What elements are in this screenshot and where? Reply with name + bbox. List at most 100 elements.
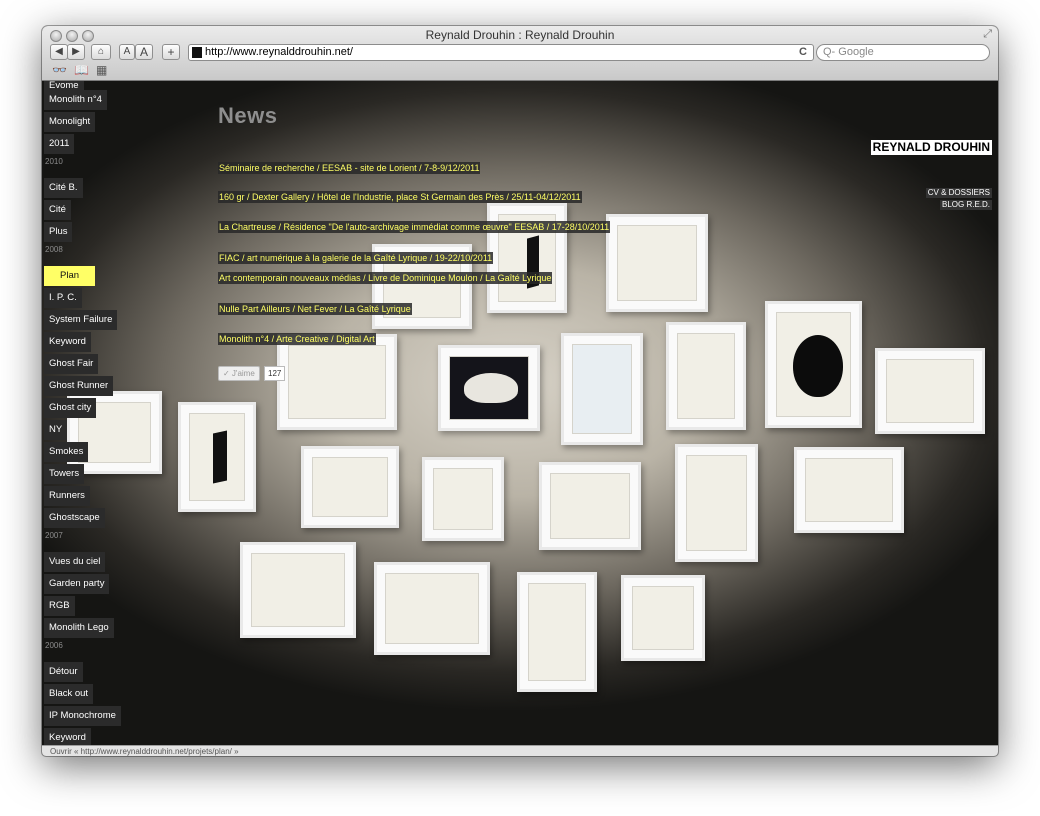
fullscreen-icon[interactable]: ⤢ [983,28,992,41]
artwork-frame [277,334,397,430]
turtle-shell-shape [464,373,518,403]
address-bar[interactable]: http://www.reynalddrouhin.net/ C [188,44,814,61]
blog-link[interactable]: BLOG R.E.D. [939,200,992,210]
search-field[interactable]: Q- Google [816,44,990,61]
sidebar-row: Smokes [42,441,89,463]
sidebar-row: NY [42,419,68,441]
cv-dossiers-link[interactable]: CV & DOSSIERS [925,188,992,198]
sidebar-row: Plus [42,221,73,243]
sidebar-item[interactable]: I. P. C. [44,288,82,308]
artwork-frame [675,444,758,562]
sidebar-row: Ghostscape [42,507,105,529]
sidebar-item[interactable]: Towers [44,464,85,484]
add-bookmark-button[interactable]: + [162,44,180,60]
news-item[interactable]: Art contemporain nouveaux médias / Livre… [218,272,553,284]
top-sites-grid-icon[interactable]: ▦ [96,63,107,77]
sidebar-row: Détour [42,661,83,683]
artwork-paper [433,468,493,530]
address-text: http://www.reynalddrouhin.net/ [205,46,353,58]
back-button[interactable]: ◀ [50,44,68,60]
sidebar-row: Ghost Fair [42,353,99,375]
sidebar-item[interactable]: Cité [44,200,71,220]
sidebar-item[interactable]: Plus [44,222,73,242]
like-count: 127 [264,366,286,381]
sidebar-item[interactable]: Ghostscape [44,508,105,528]
sidebar-item[interactable]: Vues du ciel [44,552,106,572]
home-button[interactable]: ⌂ [91,44,111,60]
year-label: 2006 [45,641,63,650]
news-item[interactable]: Séminaire de recherche / EESAB - site de… [218,162,481,174]
news-item[interactable]: FIAC / art numérique à la galerie de la … [218,252,494,264]
artwork-frame [666,322,746,430]
forward-button[interactable]: ▶ [67,44,85,60]
artwork-paper [886,359,974,423]
sidebar-item[interactable]: Ghost Fair [44,354,99,374]
artwork-paper [617,225,697,301]
artwork-paper [385,573,479,644]
sidebar-row: Black out [42,683,94,705]
reading-glasses-icon[interactable]: 👓 [52,63,67,77]
sidebar-row: RGB [42,595,75,617]
artwork-frame [606,214,708,312]
sidebar-item[interactable]: Monolight [44,112,96,132]
sidebar-item[interactable]: Garden party [44,574,110,594]
artwork-paper [251,553,345,627]
text-larger-button[interactable]: A [135,44,153,60]
sidebar-row: Cité B. [42,177,83,199]
sidebar-item[interactable]: Monolith n°4 [44,90,107,110]
sidebar-item[interactable]: Black out [44,684,94,704]
news-item[interactable]: Nulle Part Ailleurs / Net Fever / La Gaî… [218,303,412,315]
bookmarks-book-icon[interactable]: 📖 [74,63,89,77]
reload-icon[interactable]: C [799,45,807,60]
sidebar-item[interactable]: Ghost Runner [44,376,114,396]
sidebar-item[interactable]: RGB [44,596,75,616]
artwork-frame [517,572,597,692]
artwork-frame [621,575,705,661]
sidebar-row: Vues du ciel [42,551,106,573]
artwork-paper [572,344,632,434]
status-bar: Ouvrir « http://www.reynalddrouhin.net/p… [42,745,998,756]
sidebar-row: Cité [42,199,71,221]
sidebar-row: Monolith n°4 [42,89,107,111]
artwork-paper [805,458,893,522]
browser-window: Reynald Drouhin : Reynald Drouhin ⤢ ◀ ▶ … [42,26,998,756]
news-item[interactable]: Monolith n°4 / Arte Creative / Digital A… [218,333,376,345]
artwork-paper [528,583,586,681]
artwork-paper [677,333,735,419]
sidebar-item[interactable]: NY [44,420,68,440]
black-leaf-shape [793,335,843,397]
sidebar-item[interactable]: Détour [44,662,83,682]
sidebar-item[interactable]: Runners [44,486,90,506]
home-icon: ⌂ [97,46,105,57]
sidebar-row: Garden party [42,573,110,595]
news-item[interactable]: 160 gr / Dexter Gallery / Hôtel de l'Ind… [218,191,582,203]
sidebar-row: System Failure [42,309,118,331]
sidebar-item-active[interactable]: Plan [44,266,96,286]
artwork-paper [686,455,747,551]
artwork-frame [765,301,862,428]
sidebar-row: Monolight [42,111,96,133]
year-label: 2008 [45,245,63,254]
sidebar-item[interactable]: Monolith Lego [44,618,114,638]
sidebar-item[interactable]: Cité B. [44,178,83,198]
sidebar-item[interactable]: Ghost city [44,398,97,418]
sidebar-row: I. P. C. [42,287,82,309]
artwork-frame [875,348,985,434]
title-bar: Reynald Drouhin : Reynald Drouhin ⤢ ◀ ▶ … [42,26,998,81]
sidebar-item[interactable]: Keyword [44,728,91,745]
artwork-frame [374,562,490,655]
year-label: 2007 [45,531,63,540]
sidebar-item[interactable]: 2011 [44,134,75,154]
artwork-frame [301,446,399,528]
text-smaller-button[interactable]: A [119,44,135,60]
like-button[interactable]: ✓ J'aime [218,366,260,381]
site-brand[interactable]: REYNALD DROUHIN [870,140,992,155]
artwork-frame [422,457,504,541]
news-item[interactable]: La Chartreuse / Résidence "De l'auto-arc… [218,221,611,233]
sidebar-item[interactable]: System Failure [44,310,118,330]
artwork-frame [178,402,256,512]
sidebar-item[interactable]: IP Monochrome [44,706,121,726]
sidebar-item[interactable]: Keyword [44,332,91,352]
sidebar-row: Ghost Runner [42,375,114,397]
sidebar-item[interactable]: Smokes [44,442,89,462]
